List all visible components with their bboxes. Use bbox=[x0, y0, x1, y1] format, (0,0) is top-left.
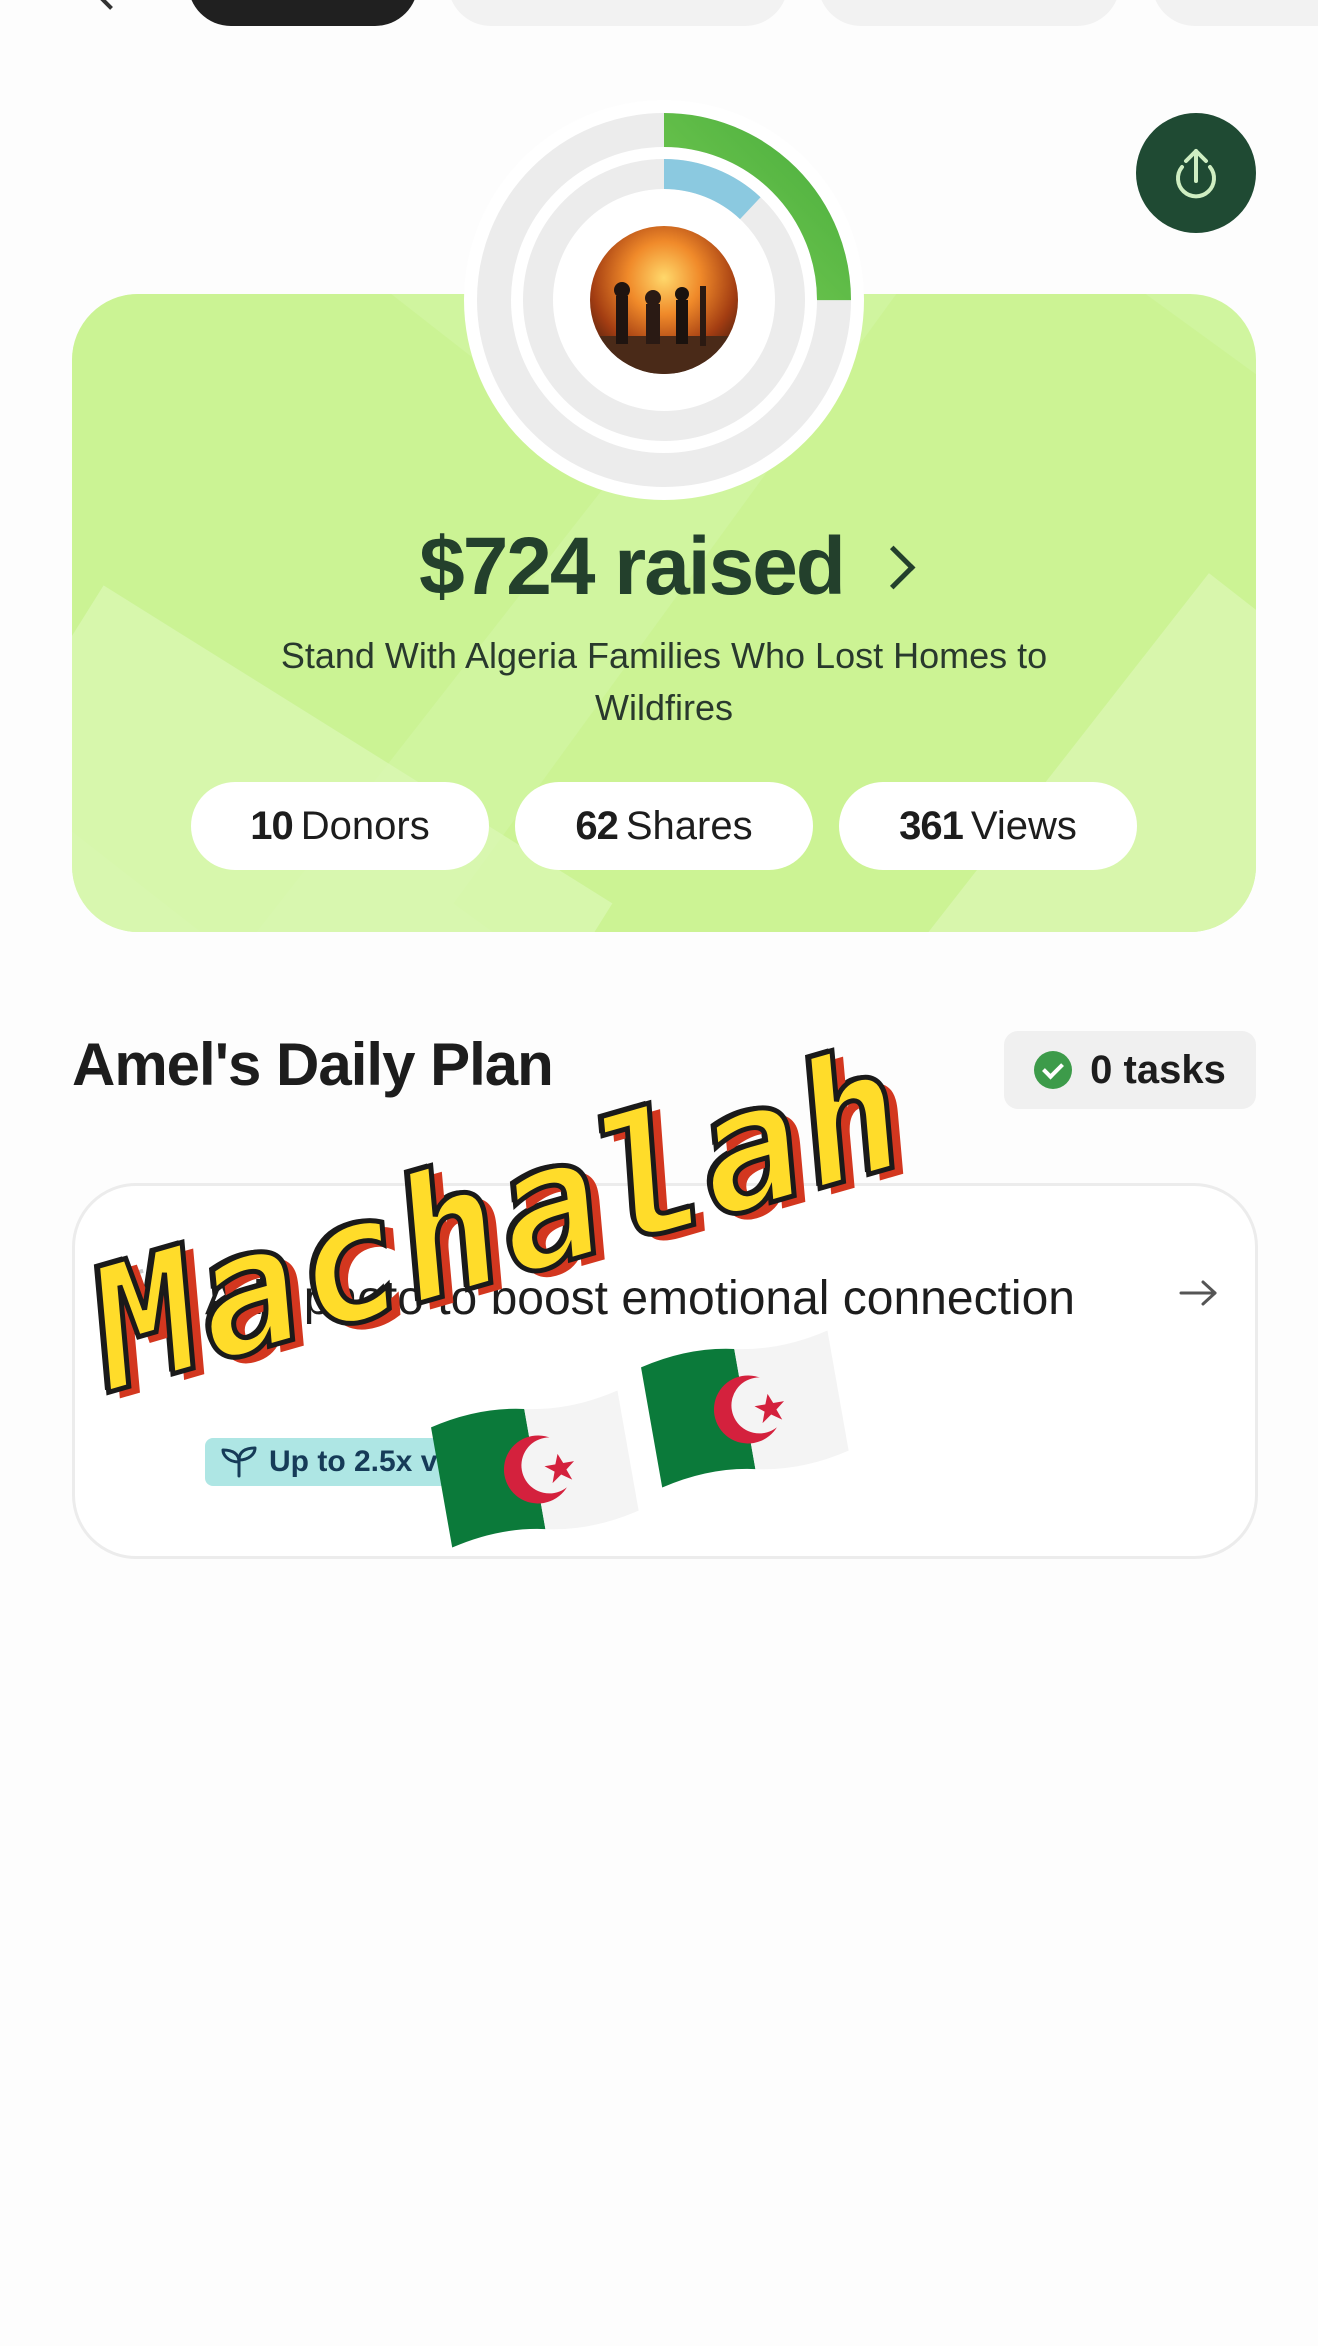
progress-ring bbox=[464, 100, 864, 500]
sprout-icon bbox=[221, 1446, 257, 1478]
stat-number: 62 bbox=[575, 803, 618, 848]
algeria-flag-icon bbox=[641, 1330, 849, 1488]
chevron-right-icon bbox=[871, 545, 916, 589]
tasks-count-badge[interactable]: 0 tasks bbox=[1004, 1031, 1256, 1109]
back-chevron-icon[interactable] bbox=[93, 0, 123, 10]
stats-row: 10 Donors 62 Shares 361 Views bbox=[72, 782, 1256, 870]
campaign-photo bbox=[590, 226, 738, 374]
campaign-title: Stand With Algeria Families Who Lost Hom… bbox=[280, 635, 1048, 728]
tab-3[interactable] bbox=[818, 0, 1120, 26]
check-icon bbox=[1034, 1051, 1073, 1089]
tab-2[interactable] bbox=[448, 0, 788, 26]
stat-label: Donors bbox=[300, 803, 430, 848]
tasks-count-label: 0 tasks bbox=[1090, 1047, 1226, 1092]
stat-label: Shares bbox=[625, 803, 753, 848]
arrow-right-icon[interactable] bbox=[1179, 1278, 1219, 1308]
top-tab-strip bbox=[0, 0, 1318, 30]
raised-amount: $724 raised bbox=[419, 521, 846, 612]
stat-label: Views bbox=[970, 803, 1077, 848]
stat-views[interactable]: 361 Views bbox=[839, 782, 1137, 870]
stat-shares[interactable]: 62 Shares bbox=[515, 782, 813, 870]
stat-number: 361 bbox=[899, 803, 964, 848]
raised-amount-link[interactable]: $724 raised bbox=[72, 520, 1256, 614]
stat-number: 10 bbox=[250, 803, 293, 848]
algeria-flag-icon bbox=[431, 1390, 639, 1548]
daily-plan-title: Amel's Daily Plan bbox=[72, 1031, 554, 1098]
stat-donors[interactable]: 10 Donors bbox=[191, 782, 489, 870]
share-icon bbox=[1176, 149, 1216, 199]
tab-1[interactable] bbox=[188, 0, 418, 26]
share-button[interactable] bbox=[1136, 113, 1256, 233]
tab-4[interactable] bbox=[1152, 0, 1318, 26]
